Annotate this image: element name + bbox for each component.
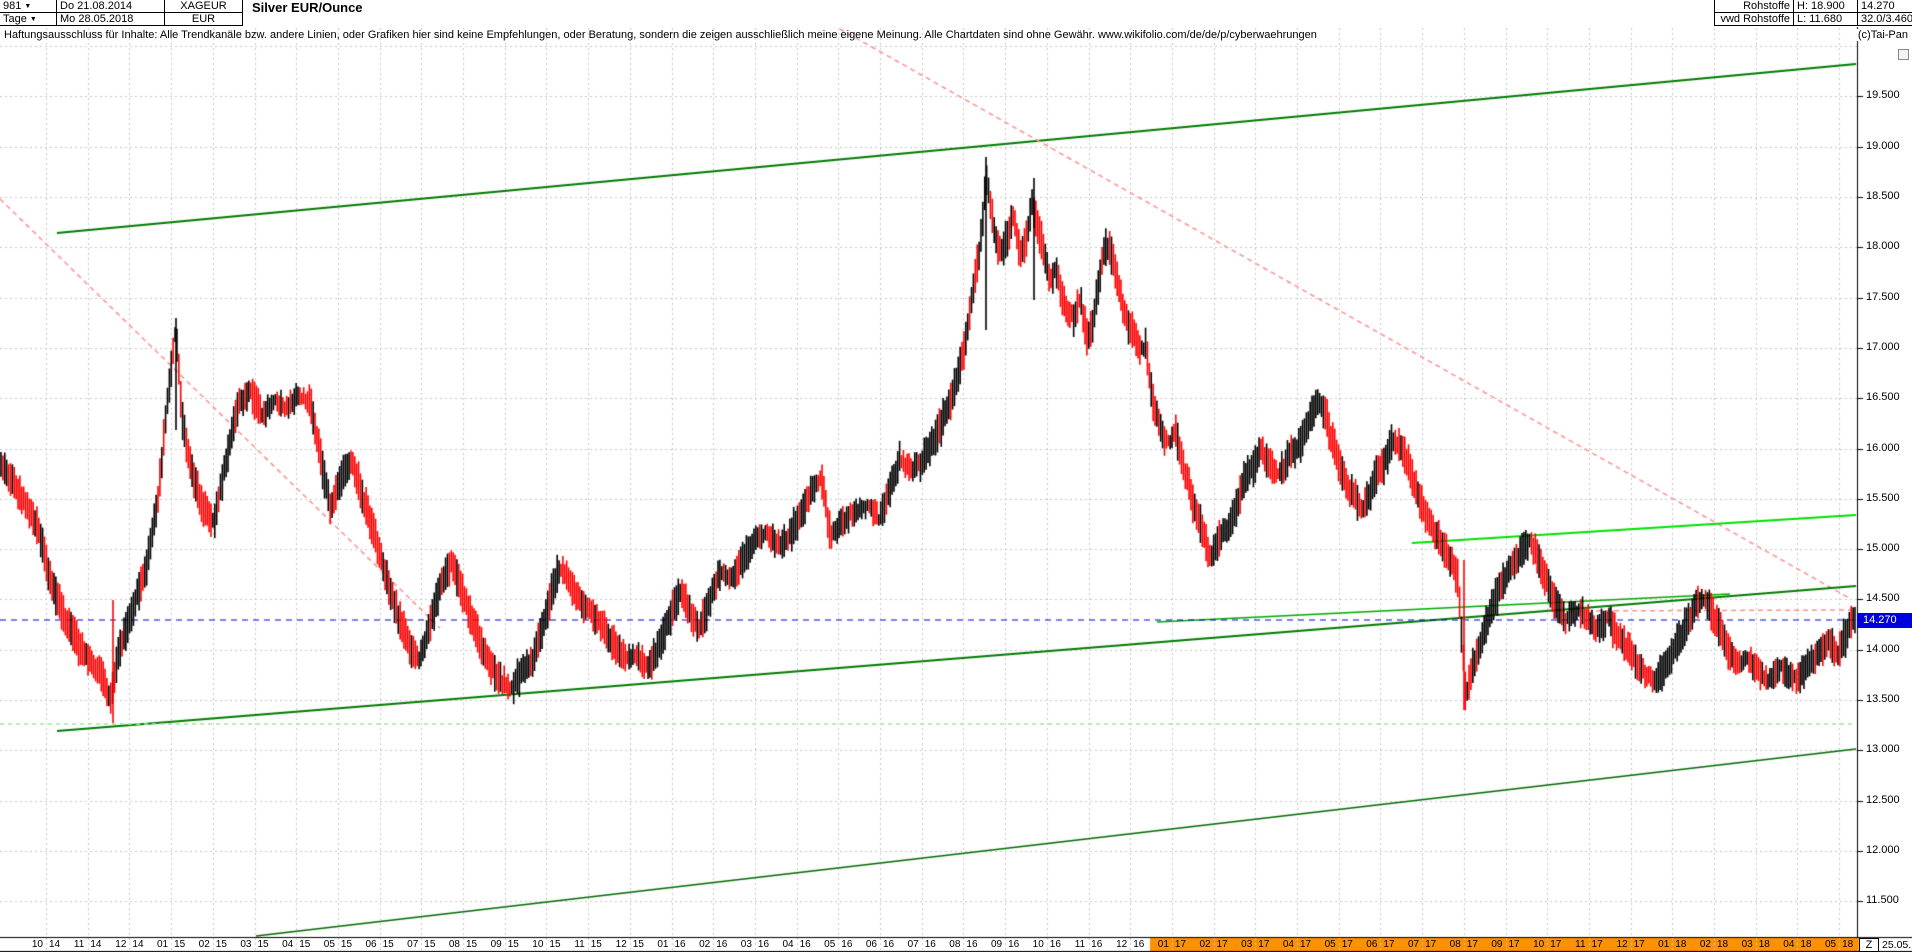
chevron-down-icon: ▼	[30, 16, 37, 23]
x-axis-label: 0118	[1658, 939, 1686, 950]
timeframe-dropdown[interactable]: Tage ▼	[0, 13, 57, 26]
x-axis-label: 0617	[1366, 939, 1394, 950]
y-axis-label: 17.000	[1864, 341, 1902, 353]
taipan-chart-window: 981 ▼ Do 21.08.2014 XAGEUR Tage ▼ Mo 28.…	[0, 0, 1912, 952]
x-axis-label: 1114	[74, 939, 102, 950]
bars-count-value: 981	[3, 0, 21, 12]
x-axis-label: 0516	[824, 939, 852, 950]
y-axis-label: 14.000	[1864, 643, 1902, 655]
last-price-label: 14.270	[1858, 0, 1912, 13]
x-axis-label: 0217	[1199, 939, 1227, 950]
y-axis-label: 19.500	[1864, 89, 1902, 101]
y-axis-label: 14.500	[1864, 592, 1902, 604]
x-axis-label: 0716	[908, 939, 936, 950]
date-to-field[interactable]: Mo 28.05.2018	[57, 13, 165, 26]
x-axis-label: 1217	[1616, 939, 1644, 950]
y-axis-label: 16.000	[1864, 442, 1902, 454]
x-axis-label: 0817	[1450, 939, 1478, 950]
x-axis-label: 1214	[115, 939, 143, 950]
x-axis-label: 0915	[491, 939, 519, 950]
y-axis-label: 11.500	[1864, 894, 1901, 906]
x-axis-label: 1115	[574, 939, 602, 950]
x-axis-label: 0216	[699, 939, 727, 950]
x-axis-label: 0215	[199, 939, 227, 950]
x-axis-label: 1117	[1575, 939, 1603, 950]
x-axis-label: 1017	[1533, 939, 1561, 950]
x-axis-label: 0517	[1325, 939, 1353, 950]
x-axis-label: 0515	[324, 939, 352, 950]
date-from-field[interactable]: Do 21.08.2014	[57, 0, 165, 13]
x-axis-label: 0417	[1283, 939, 1311, 950]
x-axis-label: 0815	[449, 939, 477, 950]
last-price-tag: 14.270	[1857, 613, 1912, 628]
x-axis-label: 0117	[1158, 939, 1186, 950]
timeframe-value: Tage	[3, 13, 27, 25]
x-axis-label: 0415	[282, 939, 310, 950]
x-axis-label: 0616	[866, 939, 894, 950]
x-axis-label: 0115	[157, 939, 185, 950]
x-axis-label: 1014	[32, 939, 60, 950]
y-axis-label: 18.000	[1864, 240, 1902, 252]
y-axis-label: 16.500	[1864, 391, 1902, 403]
x-axis-label: 1216	[1116, 939, 1144, 950]
axis-corner-date: 25.05.18	[1882, 939, 1912, 951]
currency-field: EUR	[165, 13, 243, 26]
x-axis-label: 0916	[991, 939, 1019, 950]
collapse-icon[interactable]	[1898, 49, 1909, 60]
x-axis-label: 0316	[741, 939, 769, 950]
period-high-label: H: 18.900	[1794, 0, 1858, 13]
x-axis-label: 1215	[616, 939, 644, 950]
x-axis-label: 0317	[1241, 939, 1269, 950]
instrument-title: Silver EUR/Ounce	[248, 0, 367, 15]
symbol-field: XAGEUR	[165, 0, 243, 13]
bars-count-dropdown[interactable]: 981 ▼	[0, 0, 57, 13]
x-axis-label: 1116	[1075, 939, 1103, 950]
x-axis-label: 1016	[1033, 939, 1061, 950]
y-axis-label: 15.000	[1864, 542, 1902, 554]
chevron-down-icon: ▼	[24, 3, 31, 10]
y-axis-label: 18.500	[1864, 190, 1902, 202]
x-axis-label: 0715	[407, 939, 435, 950]
x-axis-label: 0917	[1491, 939, 1519, 950]
y-axis-label: 15.500	[1864, 492, 1902, 504]
x-axis-label: 0816	[949, 939, 977, 950]
feed-name-label: Rohstoffe	[1714, 0, 1794, 13]
y-axis-label: 13.000	[1864, 743, 1902, 755]
zoom-button[interactable]: Z	[1859, 938, 1879, 952]
y-axis-label: 12.000	[1864, 844, 1902, 856]
x-axis-label: 0416	[782, 939, 810, 950]
y-axis-label: 13.500	[1864, 693, 1902, 705]
x-axis-label: 0518	[1825, 939, 1853, 950]
x-axis-label: 0318	[1742, 939, 1770, 950]
x-axis-label: 0116	[657, 939, 685, 950]
x-axis-label: 1015	[532, 939, 560, 950]
y-axis-label: 17.500	[1864, 291, 1902, 303]
disclaimer-text: Haftungsausschluss für Inhalte: Alle Tre…	[4, 29, 1317, 41]
x-axis-label: 0717	[1408, 939, 1436, 950]
feed-name2-label: vwd Rohstoffe	[1714, 13, 1794, 26]
x-axis-label: 0315	[240, 939, 268, 950]
x-axis-label: 0218	[1700, 939, 1728, 950]
price-chart-canvas[interactable]	[0, 0, 1912, 952]
y-axis-label: 12.500	[1864, 794, 1902, 806]
copyright-label: (c)Tai-Pan	[1856, 29, 1908, 41]
y-axis-label: 19.000	[1864, 140, 1902, 152]
period-low-label: L: 11.680	[1794, 13, 1858, 26]
extra-info-label: 32.0/3.460	[1858, 13, 1912, 26]
x-axis-label: 0615	[365, 939, 393, 950]
x-axis-label: 0418	[1783, 939, 1811, 950]
